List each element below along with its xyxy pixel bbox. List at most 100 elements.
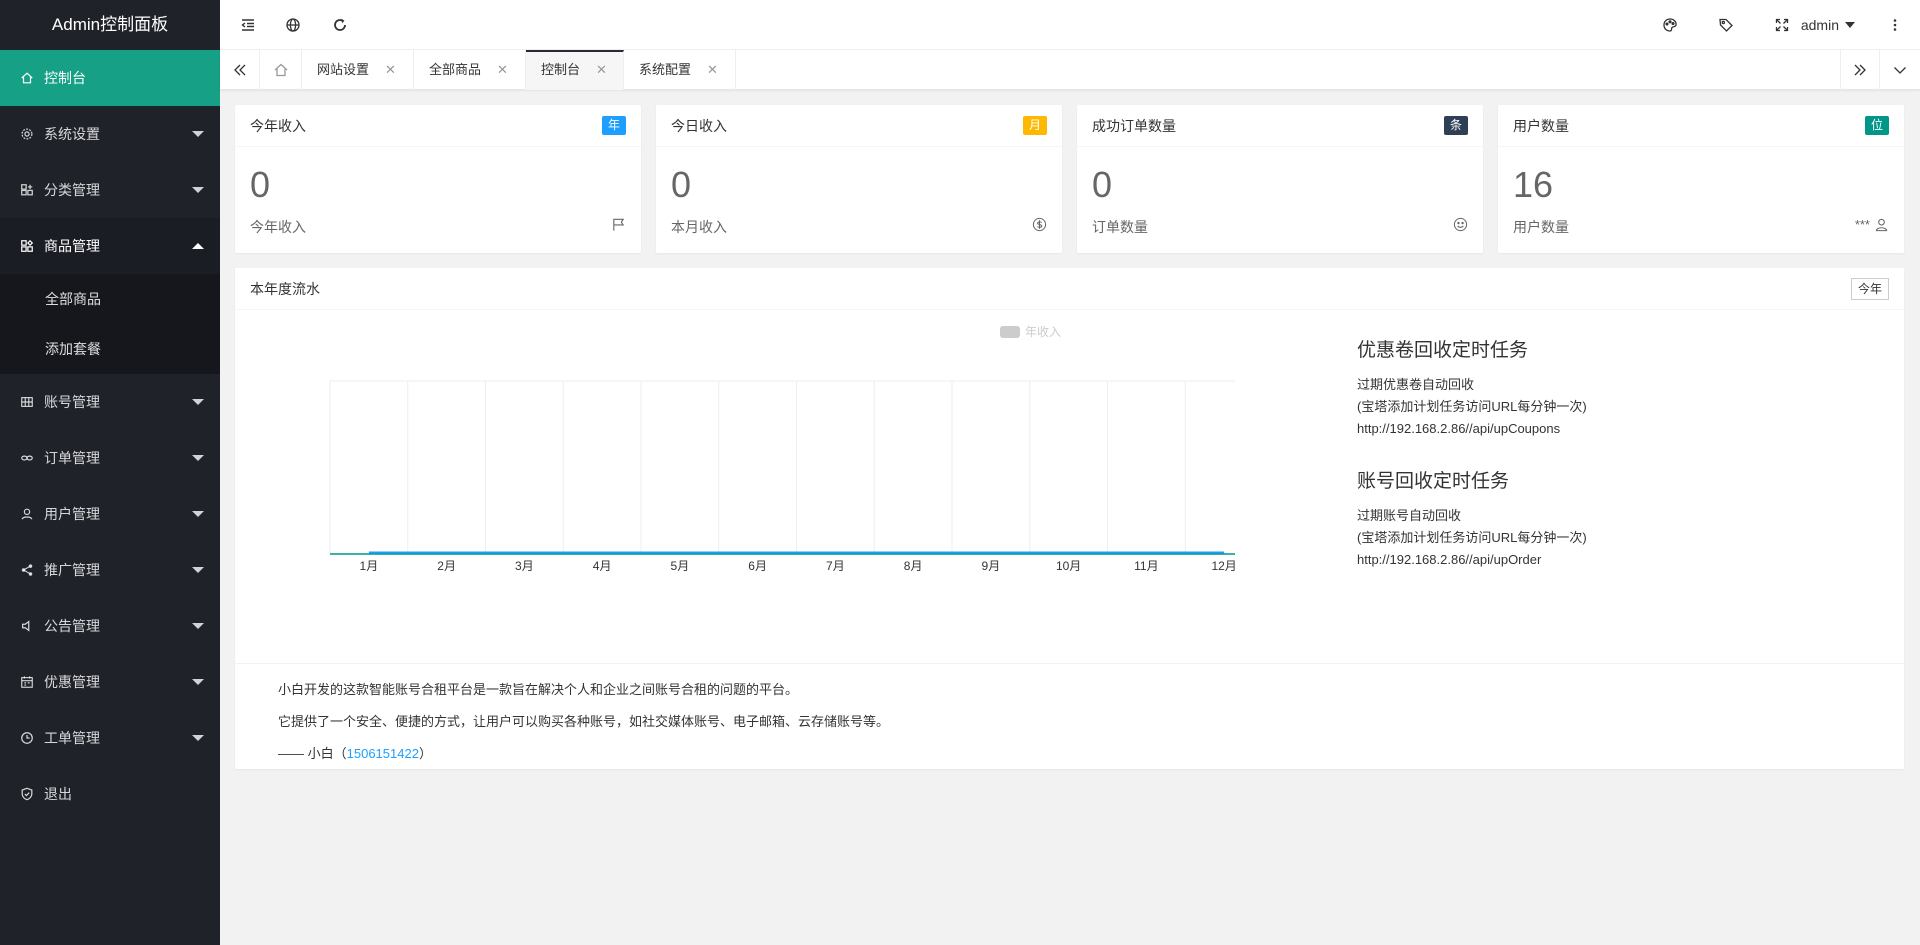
sidebar-item-discounts[interactable]: 优惠管理	[0, 654, 220, 710]
close-icon[interactable]: ✕	[497, 62, 508, 77]
stat-badge: 年	[601, 116, 626, 135]
calendar-icon	[20, 675, 34, 689]
about-line: 它提供了一个安全、便捷的方式，让用户可以购买各种账号，如社交媒体账号、电子邮箱、…	[278, 714, 890, 729]
tabs-menu-button[interactable]	[1880, 50, 1920, 90]
theme-button[interactable]	[1645, 0, 1695, 50]
sidebar-subitem-add-package[interactable]: 添加套餐	[0, 324, 220, 374]
x-tick-label: 1月	[360, 559, 379, 573]
flag-icon	[613, 218, 625, 231]
stat-value: 0	[250, 164, 271, 205]
shield-check-icon	[20, 787, 34, 801]
year-filter-button[interactable]: 今年	[1850, 278, 1889, 300]
stat-value: 16	[1513, 164, 1554, 205]
task-url: http://192.168.2.86//api/upOrder	[1357, 552, 1542, 567]
stat-title: 今年收入	[250, 118, 306, 134]
stat-badge: 月	[1022, 116, 1047, 135]
sidebar-item-orders[interactable]: 订单管理	[0, 430, 220, 486]
chevron-up-icon	[192, 243, 204, 249]
chevron-down-icon	[192, 735, 204, 741]
x-tick-label: 8月	[904, 559, 923, 573]
close-icon[interactable]: ✕	[385, 62, 396, 77]
stat-card-users: 用户数量 位 16 用户数量 ***	[1498, 105, 1904, 253]
stat-card-year-income: 今年收入 年 0 今年收入	[235, 105, 641, 253]
tabs-scroll-left-button[interactable]	[220, 50, 260, 90]
top-header: admin	[220, 0, 1920, 50]
panel-title: 本年度流水	[250, 281, 320, 297]
stat-title: 用户数量	[1513, 118, 1569, 134]
home-icon	[274, 63, 287, 77]
chevron-down-icon	[192, 623, 204, 629]
about-signature: —— 小白（1506151422）	[278, 746, 432, 761]
sidebar-item-label: 用户管理	[44, 506, 100, 522]
task-line: 过期账号自动回收	[1357, 508, 1462, 523]
stat-value: 0	[1092, 164, 1113, 205]
grid-icon	[20, 395, 34, 409]
stat-card-orders: 成功订单数量 条 0 订单数量	[1077, 105, 1483, 253]
sidebar-item-label: 退出	[44, 786, 72, 802]
sidebar-item-label: 公告管理	[44, 618, 100, 634]
tab-website-settings[interactable]: 网站设置 ✕	[302, 50, 414, 90]
products-submenu: 全部商品 添加套餐	[0, 274, 220, 374]
sidebar-item-logout[interactable]: 退出	[0, 766, 220, 822]
x-tick-label: 5月	[671, 559, 690, 573]
sidebar-item-promotion[interactable]: 推广管理	[0, 542, 220, 598]
apps-icon	[20, 239, 34, 253]
tab-home[interactable]	[260, 50, 302, 90]
stat-label: 今年收入	[250, 219, 306, 235]
sidebar-item-label: 工单管理	[44, 730, 100, 746]
sidebar-subitem-all-products[interactable]: 全部商品	[0, 274, 220, 324]
sidebar-item-label: 账号管理	[44, 394, 100, 410]
x-tick-label: 3月	[515, 559, 534, 573]
legend-label: 年收入	[1025, 325, 1062, 339]
sidebar-item-products[interactable]: 商品管理	[0, 218, 220, 274]
task-title: 账号回收定时任务	[1357, 471, 1510, 492]
sidebar-item-dashboard[interactable]: 控制台	[0, 50, 220, 106]
sidebar-item-system-settings[interactable]: 系统设置	[0, 106, 220, 162]
sidebar-item-tickets[interactable]: 工单管理	[0, 710, 220, 766]
close-icon[interactable]: ✕	[707, 62, 718, 77]
tab-bar: 网站设置 ✕ 全部商品 ✕ 控制台 ✕ 系统配置 ✕	[220, 50, 1920, 90]
sidebar-item-announcements[interactable]: 公告管理	[0, 598, 220, 654]
sidebar-item-accounts[interactable]: 账号管理	[0, 374, 220, 430]
clock-icon	[20, 731, 34, 745]
sidebar-item-label: 订单管理	[44, 450, 100, 466]
stat-extra: ***	[1854, 217, 1870, 232]
sidebar-item-label: 分类管理	[44, 182, 100, 198]
tab-dashboard[interactable]: 控制台 ✕	[526, 50, 624, 90]
more-vertical-icon	[1893, 19, 1897, 31]
chart-legend[interactable]: 年收入	[1000, 323, 1061, 340]
tab-label: 网站设置	[317, 62, 370, 77]
sidebar-item-users[interactable]: 用户管理	[0, 486, 220, 542]
stat-badge: 条	[1443, 116, 1468, 135]
tag-button[interactable]	[1701, 0, 1751, 50]
more-button[interactable]	[1870, 0, 1920, 50]
tab-label: 控制台	[541, 62, 581, 77]
x-tick-label: 2月	[437, 559, 456, 573]
task-info: 优惠卷回收定时任务 过期优惠卷自动回收 (宝塔添加计划任务访问URL每分钟一次)…	[1357, 335, 1877, 571]
x-tick-label: 6月	[748, 559, 767, 573]
tab-label: 系统配置	[639, 62, 692, 77]
chevron-down-icon	[192, 131, 204, 137]
author-link[interactable]: 1506151422	[347, 746, 419, 761]
home-icon	[20, 71, 34, 85]
close-icon[interactable]: ✕	[596, 62, 607, 77]
tab-all-products[interactable]: 全部商品 ✕	[414, 50, 526, 90]
website-button[interactable]	[268, 0, 318, 50]
link-icon	[20, 451, 34, 465]
user-menu[interactable]: admin	[1786, 0, 1870, 50]
tab-system-config[interactable]: 系统配置 ✕	[624, 50, 736, 90]
refresh-icon	[334, 18, 346, 31]
stat-title: 今日收入	[671, 118, 727, 134]
x-tick-label: 10月	[1056, 559, 1081, 573]
collapse-sidebar-button[interactable]	[223, 0, 273, 50]
x-tick-label: 9月	[982, 559, 1001, 573]
sidebar: Admin控制面板 控制台 系统设置 分类管理 商品管理 全部商品 添加套餐 账…	[0, 0, 220, 945]
x-tick-label: 4月	[593, 559, 612, 573]
tabs-scroll-right-button[interactable]	[1840, 50, 1880, 90]
sidebar-item-category[interactable]: 分类管理	[0, 162, 220, 218]
refresh-button[interactable]	[315, 0, 365, 50]
speaker-icon	[20, 619, 34, 633]
sidebar-item-label: 系统设置	[44, 126, 100, 142]
globe-icon	[286, 18, 300, 32]
chevron-down-icon	[192, 187, 204, 193]
